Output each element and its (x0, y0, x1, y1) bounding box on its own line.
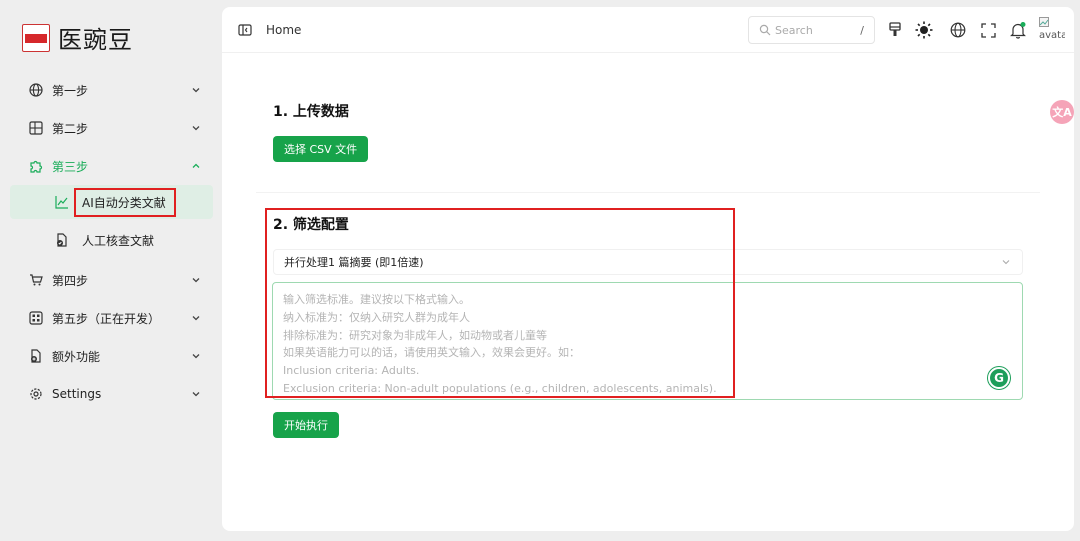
chevron-up-icon (189, 159, 203, 173)
placeholder-line: Inclusion criteria: Adults. (283, 364, 420, 378)
grammarly-icon[interactable]: G (988, 367, 1010, 389)
placeholder-line: Exclusion criteria: Non-adult population… (283, 381, 717, 395)
chevron-down-icon (189, 349, 203, 363)
start-run-button[interactable]: 开始执行 (273, 412, 339, 438)
upload-section: 1. 上传数据 选择 CSV 文件 (256, 85, 1040, 193)
search-box[interactable]: Search / (748, 16, 875, 44)
file-plus-icon (28, 348, 44, 364)
chevron-down-icon (189, 311, 203, 325)
sidebar-subitem-manual-check[interactable]: 人工核查文献 (10, 223, 213, 257)
sidebar-item-step1[interactable]: 第一步 (10, 71, 213, 109)
app-logo[interactable]: 医豌豆 (22, 20, 133, 55)
sun-icon[interactable] (915, 21, 933, 39)
sidebar-subitem-ai-classify[interactable]: AI自动分类文献 (10, 185, 213, 219)
grid-icon (28, 310, 44, 326)
translate-icon[interactable]: 文A (1050, 100, 1074, 124)
sidebar: 医豌豆 第一步 第二步 第三步 AI自动分类文献 人工核查文献 第四步 第五步（… (0, 0, 222, 541)
chevron-down-icon (189, 387, 203, 401)
placeholder-line: 如果英语能力可以的话，请使用英文输入，效果会更好。如： (283, 346, 580, 360)
sidebar-toggle-icon[interactable] (238, 22, 254, 38)
search-placeholder: Search (775, 23, 813, 37)
chevron-down-icon (1002, 260, 1010, 265)
app-title: 医豌豆 (58, 26, 133, 54)
search-shortcut: / (860, 23, 864, 37)
sidebar-item-extra[interactable]: 额外功能 (10, 337, 213, 375)
placeholder-line: 纳入标准为：仅纳入研究人群为成年人 (283, 310, 470, 324)
layout-icon (28, 120, 44, 136)
chart-line-icon (54, 194, 70, 210)
filter-section: 2. 筛选配置 并行处理1 篇摘要 (即1倍速) 输入筛选标准。建议按以下格式输… (256, 197, 1040, 453)
language-globe-icon[interactable] (949, 21, 967, 39)
sidebar-item-settings[interactable]: Settings (10, 375, 213, 413)
criteria-textarea[interactable]: 输入筛选标准。建议按以下格式输入。 纳入标准为：仅纳入研究人群为成年人排除标准为：… (272, 282, 1023, 400)
search-icon (759, 24, 771, 36)
globe-icon (28, 82, 44, 98)
placeholder-line: 输入筛选标准。建议按以下格式输入。 (283, 293, 470, 306)
broken-image-icon (1039, 17, 1049, 27)
sidebar-item-step2[interactable]: 第二步 (10, 109, 213, 147)
cart-icon (28, 272, 44, 288)
puzzle-icon (28, 158, 44, 174)
filter-title: 2. 筛选配置 (273, 217, 349, 233)
avatar[interactable]: avatar (1039, 17, 1065, 43)
brush-icon[interactable] (886, 21, 904, 39)
chevron-down-icon (189, 83, 203, 97)
placeholder-line: 排除标准为：研究对象为非成年人，如动物或者儿童等 (283, 328, 547, 342)
gear-icon (28, 386, 44, 402)
breadcrumb[interactable]: Home (266, 23, 301, 37)
sidebar-item-step3[interactable]: 第三步 (10, 147, 213, 185)
bell-icon[interactable] (1009, 21, 1027, 39)
fullscreen-icon[interactable] (979, 21, 997, 39)
sidebar-nav: 第一步 第二步 第三步 AI自动分类文献 人工核查文献 第四步 第五步（正在开发… (10, 71, 213, 413)
file-check-icon (54, 232, 70, 248)
sidebar-item-step4[interactable]: 第四步 (10, 261, 213, 299)
sidebar-item-step5[interactable]: 第五步（正在开发） (10, 299, 213, 337)
chevron-down-icon (189, 273, 203, 287)
main-panel: Home Search / avatar 1. 上传数据 选择 CSV 文件 2… (222, 7, 1074, 531)
topbar: Home (222, 7, 1074, 53)
upload-title: 1. 上传数据 (273, 104, 349, 120)
logo-image (22, 23, 50, 52)
chevron-down-icon (189, 121, 203, 135)
select-value: 并行处理1 篇摘要 (即1倍速) (284, 256, 424, 269)
select-csv-button[interactable]: 选择 CSV 文件 (273, 136, 369, 162)
parallel-select[interactable]: 并行处理1 篇摘要 (即1倍速) (273, 249, 1023, 275)
